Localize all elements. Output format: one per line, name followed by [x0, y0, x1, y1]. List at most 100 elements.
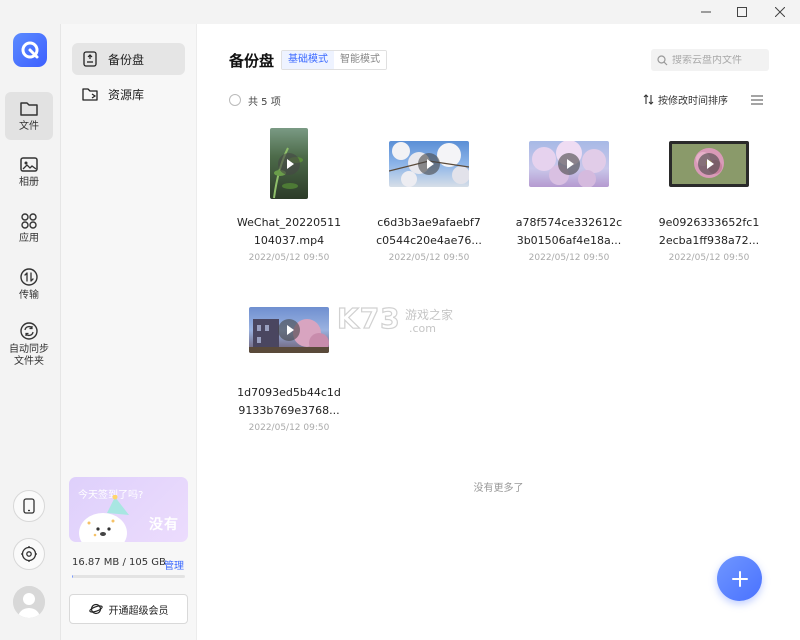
- nav-item-label: 传输: [19, 289, 39, 301]
- mode-switch: 基础模式 智能模式: [281, 50, 387, 70]
- nav-item-label: 应用: [19, 232, 39, 244]
- file-card[interactable]: c6d3b3ae9afaebf7 c0544c20e4ae76... 2022/0…: [369, 128, 489, 278]
- maximize-icon: [737, 7, 747, 17]
- sort-icon: [643, 94, 654, 105]
- video-thumbnail: [669, 141, 749, 187]
- file-name-line: WeChat_20220511: [236, 216, 342, 229]
- play-icon: [418, 153, 440, 175]
- file-card[interactable]: 9e0926333652fc1 2ecba1ff938a72... 2022/05…: [649, 128, 769, 278]
- storage-usage-text: 16.87 MB / 105 GB: [72, 557, 166, 568]
- file-name-line: 104037.mp4: [253, 234, 325, 247]
- nav-item-transfer[interactable]: 传输: [5, 260, 53, 308]
- open-vip-button[interactable]: 开通超级会员: [69, 594, 188, 624]
- play-icon: [278, 152, 300, 175]
- watermark-sub-text: 游戏之家: [405, 308, 454, 322]
- select-all-checkbox[interactable]: [229, 94, 241, 106]
- file-name: 1d7093ed5b44c1d 9133b769e3768...: [229, 384, 349, 420]
- user-avatar-icon: [13, 586, 45, 618]
- settings-button[interactable]: [13, 538, 45, 570]
- add-button[interactable]: [717, 556, 762, 601]
- no-more-text: 没有更多了: [473, 483, 524, 494]
- close-button[interactable]: [762, 0, 798, 24]
- video-thumbnail: [249, 307, 329, 353]
- file-name: WeChat_20220511 104037.mp4: [229, 214, 349, 250]
- file-card[interactable]: 1d7093ed5b44c1d 9133b769e3768... 2022/05/…: [229, 298, 349, 448]
- phone-icon: [23, 498, 35, 514]
- play-icon: [558, 153, 580, 175]
- file-name-line: c6d3b3ae9afaebf7: [377, 216, 481, 229]
- nav-item-files[interactable]: 文件: [5, 92, 53, 140]
- nav-rail: 文件 相册 应用 传输 自动同步 文件夹: [0, 24, 61, 640]
- backup-drive-icon: [83, 51, 97, 67]
- folder-icon: [20, 101, 38, 116]
- manage-storage-link[interactable]: 管理: [164, 557, 184, 572]
- nav-item-apps[interactable]: 应用: [5, 204, 53, 252]
- file-date: 2022/05/12 09:50: [668, 253, 750, 263]
- file-name-line: 9133b769e3768...: [238, 404, 340, 417]
- nav-item-label: 相册: [19, 176, 39, 188]
- watermark-logo-text: K73: [336, 302, 401, 335]
- file-card[interactable]: WeChat_20220511 104037.mp4 2022/05/12 09:…: [229, 128, 349, 278]
- sync-icon: [20, 321, 38, 340]
- transfer-icon: [20, 267, 38, 286]
- seal-mascot-icon: [79, 495, 129, 542]
- title-bar: [0, 0, 800, 24]
- maximize-button[interactable]: [724, 0, 760, 24]
- storage-progress-bar: [72, 575, 185, 578]
- sidebar-item-label: 备份盘: [108, 52, 145, 67]
- file-name-line: a78f574ce332612c: [515, 216, 623, 229]
- file-name-line: c0544c20e4ae76...: [376, 234, 482, 247]
- file-date: 2022/05/12 09:50: [248, 253, 330, 263]
- file-name-line: 3b01506af4e18a...: [516, 234, 622, 247]
- file-card[interactable]: a78f574ce332612c 3b01506af4e18a... 2022/0…: [509, 128, 629, 278]
- gear-icon: [21, 546, 37, 562]
- file-name: 9e0926333652fc1 2ecba1ff938a72...: [649, 214, 769, 250]
- mode-basic-button[interactable]: 基础模式: [282, 51, 334, 69]
- file-name-line: 2ecba1ff938a72...: [658, 234, 760, 247]
- nav-item-label-line: 自动同步: [9, 343, 49, 355]
- planet-icon: [88, 603, 103, 615]
- sidebar-item-label: 资源库: [108, 87, 145, 102]
- file-date: 2022/05/12 09:50: [388, 253, 470, 263]
- avatar[interactable]: [13, 586, 45, 618]
- app-logo-icon: [13, 33, 47, 67]
- nav-item-label-line: 文件夹: [14, 355, 44, 367]
- promo-cta: 没有: [149, 517, 179, 533]
- close-icon: [775, 7, 785, 17]
- checkin-promo-card[interactable]: 今天签到了吗? 没有: [69, 477, 188, 542]
- view-toggle-button[interactable]: [751, 94, 763, 108]
- vip-button-label: 开通超级会员: [108, 605, 169, 617]
- play-icon: [278, 319, 300, 341]
- sidebar: 备份盘 资源库 今天签到了吗? 没有 16.87 MB / 105 GB 管理 …: [61, 24, 197, 640]
- apps-grid-icon: [21, 212, 37, 229]
- file-date: 2022/05/12 09:50: [248, 423, 330, 433]
- file-name-line: 9e0926333652fc1: [658, 216, 760, 229]
- nav-item-label: 文件: [19, 120, 39, 132]
- item-count: 共 5 项: [248, 97, 281, 108]
- library-folder-icon: [82, 88, 98, 101]
- sidebar-item-library[interactable]: 资源库: [72, 78, 185, 110]
- sidebar-item-backup-drive[interactable]: 备份盘: [72, 43, 185, 75]
- search-input[interactable]: [672, 54, 767, 66]
- video-thumbnail: [529, 141, 609, 187]
- sort-button[interactable]: 按修改时间排序: [643, 92, 728, 107]
- file-name: c6d3b3ae9afaebf7 c0544c20e4ae76...: [369, 214, 489, 250]
- nav-item-album[interactable]: 相册: [5, 148, 53, 196]
- plus-icon: [731, 570, 748, 587]
- image-icon: [20, 156, 38, 172]
- play-icon: [698, 153, 720, 175]
- storage-progress-fill: [72, 575, 73, 578]
- search-box: [651, 49, 769, 71]
- k73-watermark: K73 游戏之家 .com: [336, 300, 467, 340]
- main-content: 备份盘 基础模式 智能模式 共 5 项 按修改时间排序 WeChat_20220…: [197, 24, 800, 640]
- mode-smart-button[interactable]: 智能模式: [334, 51, 386, 69]
- nav-item-label: 自动同步 文件夹: [9, 344, 49, 368]
- page-title: 备份盘: [229, 52, 275, 70]
- file-name: a78f574ce332612c 3b01506af4e18a...: [509, 214, 629, 250]
- nav-item-sync[interactable]: 自动同步 文件夹: [5, 314, 53, 374]
- file-name-line: 1d7093ed5b44c1d: [237, 386, 341, 399]
- minimize-icon: [701, 11, 711, 13]
- sort-label: 按修改时间排序: [658, 96, 728, 107]
- minimize-button[interactable]: [688, 0, 724, 24]
- phone-button[interactable]: [13, 490, 45, 522]
